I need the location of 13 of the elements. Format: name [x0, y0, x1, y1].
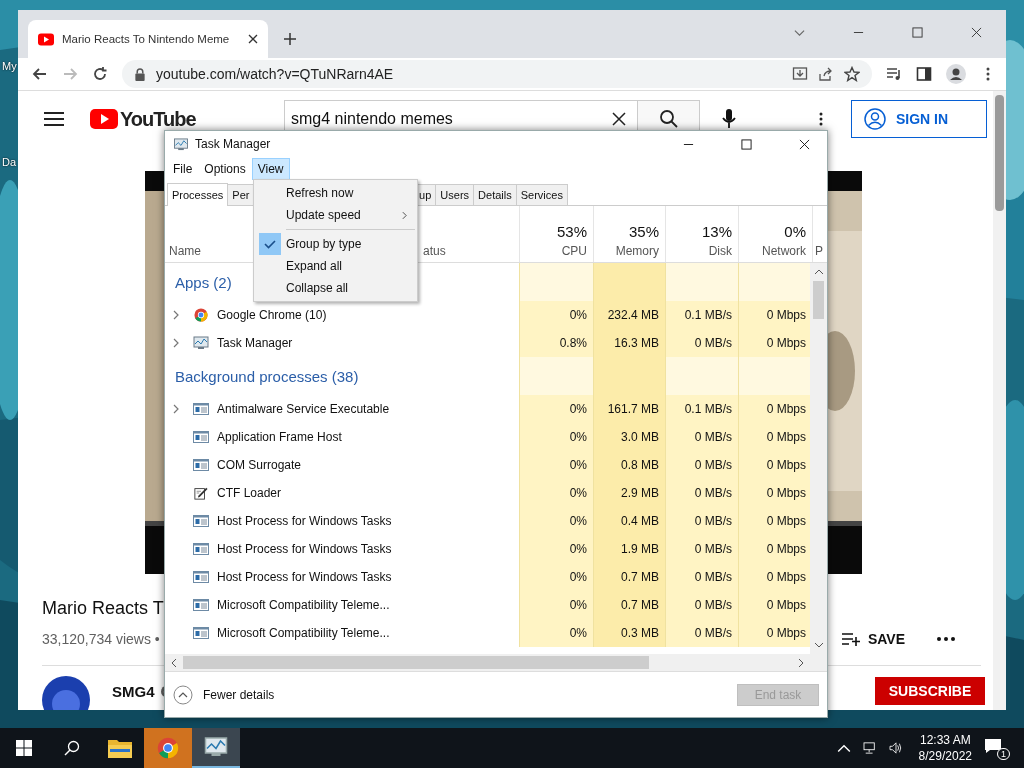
search-icon[interactable] [64, 740, 80, 756]
taskbar-button[interactable] [192, 728, 240, 768]
network-icon[interactable] [862, 742, 877, 754]
folder-icon [108, 737, 132, 759]
notification-count: 1 [997, 748, 1010, 760]
chevron-up-icon[interactable] [836, 742, 851, 754]
clock-date[interactable]: 8/29/2022 [918, 748, 972, 764]
monitor-icon [204, 736, 228, 758]
clock-time[interactable]: 12:33 AM [919, 732, 971, 748]
volume-icon[interactable] [888, 742, 903, 754]
browser-icon [156, 737, 180, 759]
windows-logo-icon[interactable] [16, 740, 32, 756]
notification-icon[interactable] [984, 738, 1002, 754]
